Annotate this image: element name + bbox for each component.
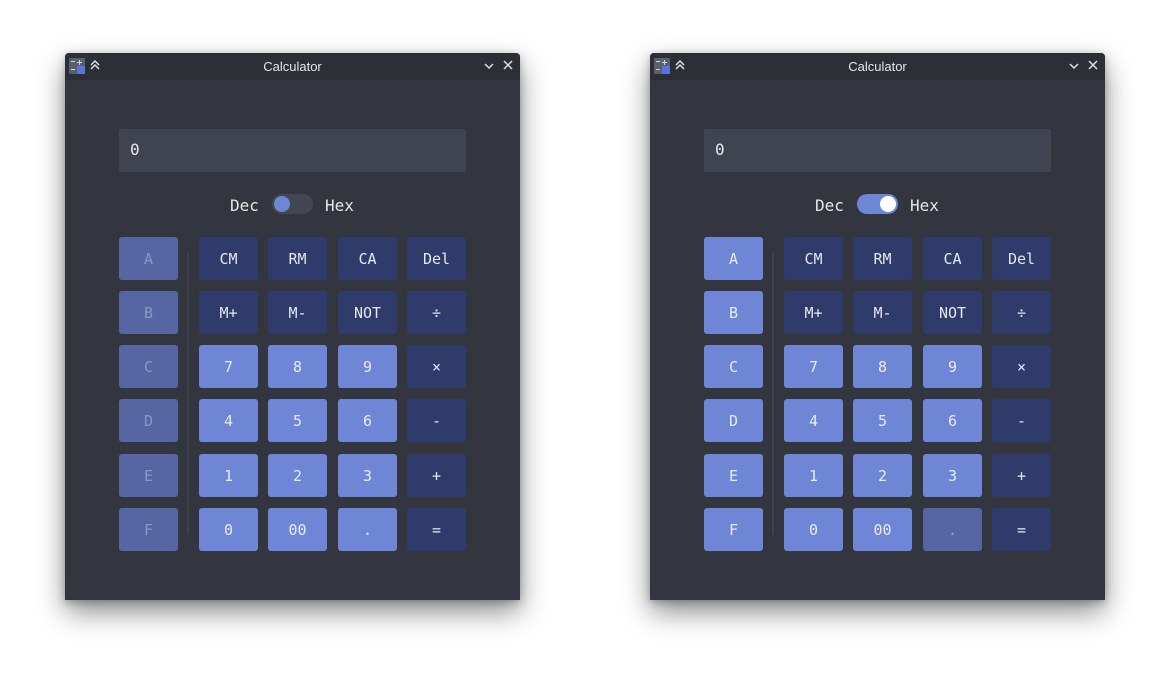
title-bar[interactable]: Calculator <box>65 53 520 80</box>
key-ca[interactable]: CA <box>338 237 397 280</box>
key-9[interactable]: 9 <box>923 345 982 388</box>
key-b[interactable]: B <box>704 291 763 334</box>
calculator-window-hex: Calculator 0 Dec Hex A B C D E F CM RM C… <box>650 53 1105 600</box>
title-bar[interactable]: Calculator <box>650 53 1105 80</box>
key-m-plus[interactable]: M+ <box>199 291 258 334</box>
key-e[interactable]: E <box>119 454 178 497</box>
key-decimal[interactable]: . <box>338 508 397 551</box>
key-ca[interactable]: CA <box>923 237 982 280</box>
key-a[interactable]: A <box>119 237 178 280</box>
key-f[interactable]: F <box>704 508 763 551</box>
key-8[interactable]: 8 <box>268 345 327 388</box>
close-icon[interactable] <box>502 59 514 71</box>
key-d[interactable]: D <box>119 399 178 442</box>
key-00[interactable]: 00 <box>268 508 327 551</box>
key-m-minus[interactable]: M- <box>268 291 327 334</box>
key-m-plus[interactable]: M+ <box>784 291 843 334</box>
key-not[interactable]: NOT <box>923 291 982 334</box>
key-c[interactable]: C <box>119 345 178 388</box>
key-1[interactable]: 1 <box>199 454 258 497</box>
dec-label: Dec <box>230 196 259 215</box>
window-title: Calculator <box>263 59 322 74</box>
key-7[interactable]: 7 <box>199 345 258 388</box>
dec-hex-toggle[interactable] <box>272 194 313 214</box>
hex-label: Hex <box>325 196 354 215</box>
key-8[interactable]: 8 <box>853 345 912 388</box>
key-6[interactable]: 6 <box>338 399 397 442</box>
key-4[interactable]: 4 <box>199 399 258 442</box>
toggle-knob <box>274 196 290 212</box>
key-del[interactable]: Del <box>992 237 1051 280</box>
key-cm[interactable]: CM <box>199 237 258 280</box>
key-00[interactable]: 00 <box>853 508 912 551</box>
key-e[interactable]: E <box>704 454 763 497</box>
key-decimal[interactable]: . <box>923 508 982 551</box>
chevron-down-icon[interactable] <box>483 60 495 72</box>
display-field[interactable]: 0 <box>704 129 1051 172</box>
key-4[interactable]: 4 <box>784 399 843 442</box>
key-0[interactable]: 0 <box>199 508 258 551</box>
toggle-knob <box>880 196 896 212</box>
key-a[interactable]: A <box>704 237 763 280</box>
key-m-minus[interactable]: M- <box>853 291 912 334</box>
keypad-separator <box>772 253 774 535</box>
key-subtract[interactable]: - <box>992 399 1051 442</box>
key-not[interactable]: NOT <box>338 291 397 334</box>
key-cm[interactable]: CM <box>784 237 843 280</box>
key-rm[interactable]: RM <box>268 237 327 280</box>
key-0[interactable]: 0 <box>784 508 843 551</box>
window-title: Calculator <box>848 59 907 74</box>
dec-hex-toggle[interactable] <box>857 194 898 214</box>
key-3[interactable]: 3 <box>923 454 982 497</box>
key-del[interactable]: Del <box>407 237 466 280</box>
close-icon[interactable] <box>1087 59 1099 71</box>
key-multiply[interactable]: × <box>407 345 466 388</box>
key-equals[interactable]: = <box>407 508 466 551</box>
display-field[interactable]: 0 <box>119 129 466 172</box>
key-d[interactable]: D <box>704 399 763 442</box>
hex-label: Hex <box>910 196 939 215</box>
key-subtract[interactable]: - <box>407 399 466 442</box>
key-c[interactable]: C <box>704 345 763 388</box>
key-6[interactable]: 6 <box>923 399 982 442</box>
key-1[interactable]: 1 <box>784 454 843 497</box>
key-multiply[interactable]: × <box>992 345 1051 388</box>
key-3[interactable]: 3 <box>338 454 397 497</box>
key-b[interactable]: B <box>119 291 178 334</box>
key-add[interactable]: + <box>992 454 1051 497</box>
key-rm[interactable]: RM <box>853 237 912 280</box>
key-divide[interactable]: ÷ <box>407 291 466 334</box>
key-7[interactable]: 7 <box>784 345 843 388</box>
key-9[interactable]: 9 <box>338 345 397 388</box>
calculator-window-dec: Calculator 0 Dec Hex A B C D E F CM RM C… <box>65 53 520 600</box>
key-2[interactable]: 2 <box>853 454 912 497</box>
dec-label: Dec <box>815 196 844 215</box>
keypad-separator <box>187 253 189 535</box>
key-2[interactable]: 2 <box>268 454 327 497</box>
key-f[interactable]: F <box>119 508 178 551</box>
chevron-down-icon[interactable] <box>1068 60 1080 72</box>
key-add[interactable]: + <box>407 454 466 497</box>
key-5[interactable]: 5 <box>268 399 327 442</box>
key-5[interactable]: 5 <box>853 399 912 442</box>
key-divide[interactable]: ÷ <box>992 291 1051 334</box>
key-equals[interactable]: = <box>992 508 1051 551</box>
